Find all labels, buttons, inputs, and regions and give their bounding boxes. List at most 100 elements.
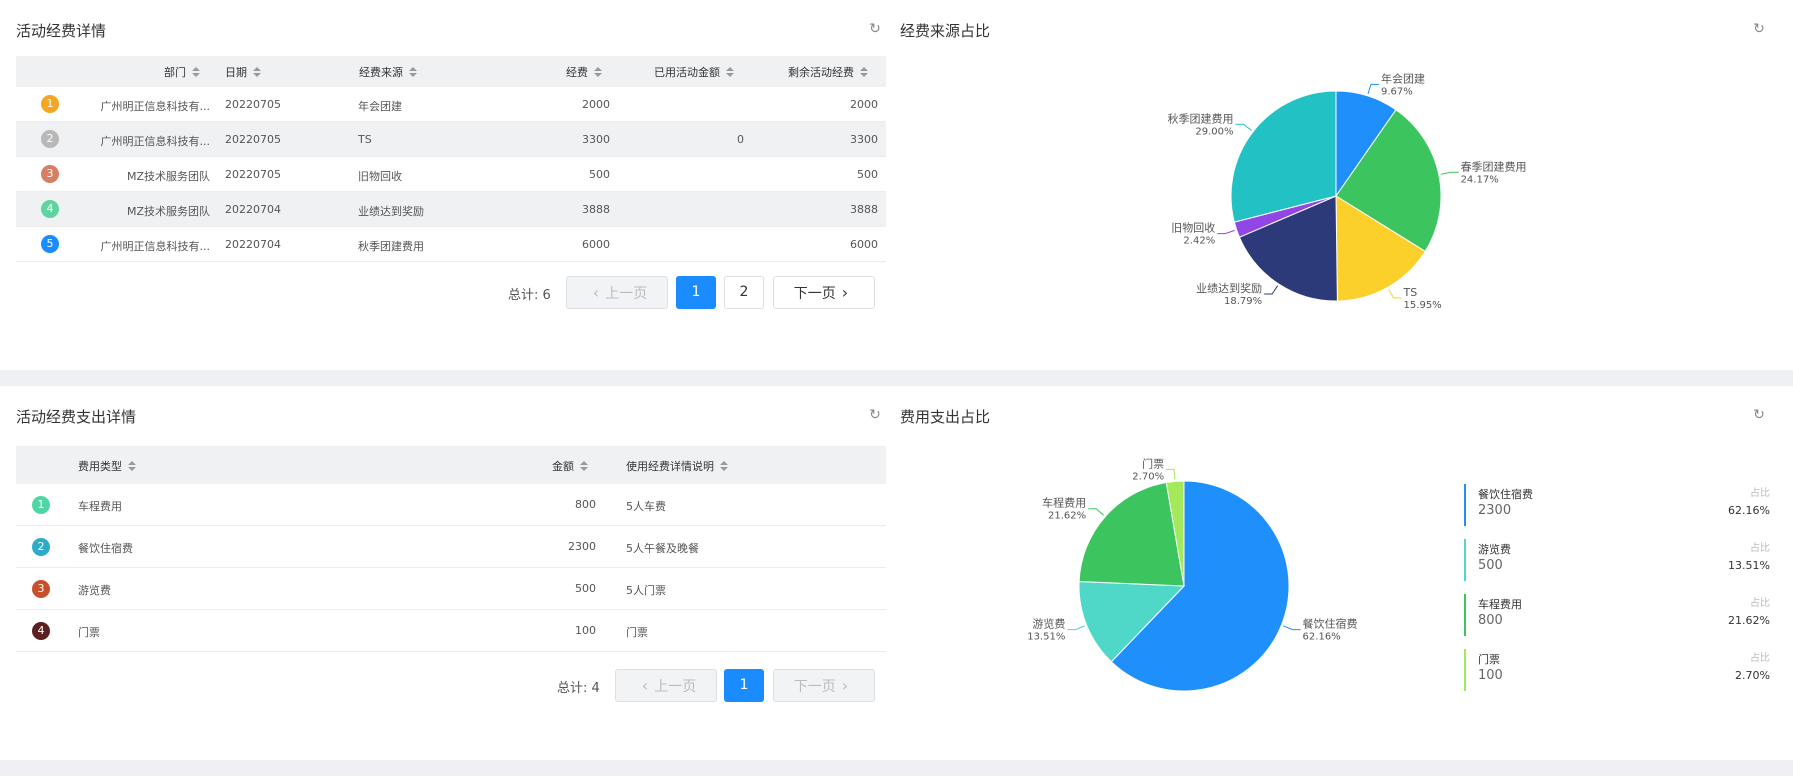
cell-used: 0 [737,133,744,146]
sort-icon[interactable] [192,67,200,77]
table-row[interactable]: 5 广州明正信息科技有... 20220704 秋季团建费用 6000 6000 [16,227,886,262]
column-header-used[interactable]: 已用活动金额 [654,64,734,80]
pie-slice[interactable] [1078,481,1185,587]
refresh-icon[interactable] [868,22,882,36]
pie-label-line [1166,468,1176,480]
column-header-date[interactable]: 日期 [225,64,261,80]
cell-type: 餐饮住宿费 [78,542,133,555]
column-header-dept[interactable]: 部门 [164,64,200,80]
pie-slice-percent: 2.70% [1132,471,1164,482]
cell-date: 20220704 [225,238,281,251]
legend-value: 500 [1478,558,1503,573]
pie-slice-name: 车程费用 [1042,496,1086,510]
fund-detail-panel: 活动经费详情 部门 日期 经费来源 经费 已用活动金额 剩余活动经费 1 广州明正… [0,0,886,370]
column-header-remain[interactable]: 剩余活动经费 [788,64,868,80]
page-button-1[interactable]: 1 [676,276,716,309]
page-button-2[interactable]: 2 [724,276,764,309]
pie-slice-percent: 24.17% [1461,174,1499,185]
sort-icon[interactable] [253,67,261,77]
table-row[interactable]: 2 广州明正信息科技有... 20220705 TS 3300 0 3300 [16,122,886,157]
row-index-badge: 4 [41,200,59,218]
legend-value: 100 [1478,668,1503,683]
panel-title: 活动经费详情 [16,22,107,40]
pie-label-line [1264,285,1279,295]
sort-icon[interactable] [720,461,728,471]
cell-remain: 2000 [850,98,878,111]
chevron-right-icon: › [841,283,849,302]
next-panel-left [0,776,886,784]
next-page-button[interactable]: 下一页 › [773,276,875,309]
next-page-button[interactable]: 下一页 › [773,669,875,702]
pie-slice-name: 业绩达到奖励 [1196,281,1262,295]
table-row[interactable]: 2 餐饮住宿费 2300 5人午餐及晚餐 [16,526,886,568]
legend-item[interactable]: 餐饮住宿费 2300 占比 62.16% [1464,484,1770,528]
pie-label-line [1440,171,1459,175]
fund-source-pie-chart: 年会团建9.67% 春季团建费用24.17% TS15.95% 业绩达到奖励18.79… [1168,71,1527,311]
table-row[interactable]: 3 MZ技术服务团队 20220705 旧物回收 500 500 [16,157,886,192]
pie-label-line [1217,229,1235,235]
pie-label-line [1235,123,1252,131]
legend-ratio: 21.62% [1728,614,1770,627]
sort-icon[interactable] [580,461,588,471]
pie-slice-percent: 21.62% [1048,511,1086,522]
refresh-icon[interactable] [1752,22,1766,36]
legend-value: 800 [1478,613,1503,628]
refresh-icon[interactable] [868,408,882,422]
page-button-1[interactable]: 1 [724,669,764,702]
column-header-desc[interactable]: 使用经费详情说明 [626,458,728,474]
pie-slice-name: 旧物回收 [1171,221,1215,235]
cell-source: 年会团建 [358,100,402,113]
legend-item[interactable]: 车程费用 800 占比 21.62% [1464,594,1770,638]
cell-dept: MZ技术服务团队 [126,170,210,183]
sort-icon[interactable] [860,67,868,77]
cell-type: 门票 [78,626,100,639]
table-row[interactable]: 3 游览费 500 5人门票 [16,568,886,610]
column-header-amount[interactable]: 经费 [566,64,602,80]
column-header-type[interactable]: 费用类型 [78,458,136,474]
pie-slice-percent: 2.42% [1183,236,1215,247]
legend-item[interactable]: 游览费 500 占比 13.51% [1464,539,1770,583]
cell-dept: 广州明正信息科技有... [100,240,211,253]
cell-amount: 2300 [568,540,596,553]
table-row[interactable]: 1 广州明正信息科技有... 20220705 年会团建 2000 2000 [16,87,886,122]
legend-name: 门票 [1478,653,1500,666]
sort-icon[interactable] [594,67,602,77]
legend-item[interactable]: 门票 100 占比 2.70% [1464,649,1770,693]
pie-slice-name: 游览费 [1032,617,1065,631]
prev-page-button[interactable]: ‹ 上一页 [615,669,717,702]
cell-desc: 门票 [626,626,648,639]
cell-amount: 3888 [582,203,610,216]
column-header-amount[interactable]: 金额 [552,458,588,474]
refresh-icon[interactable] [1752,408,1766,422]
table-header: 费用类型 金额 使用经费详情说明 [16,446,886,484]
pager-total: 总计: 6 [508,288,551,303]
row-index-badge: 5 [41,235,59,253]
table-row[interactable]: 4 门票 100 门票 [16,610,886,652]
legend-color-bar [1464,539,1466,581]
sort-icon[interactable] [726,67,734,77]
cell-amount: 3300 [582,133,610,146]
pie-label-line [1367,83,1379,95]
pager-total: 总计: 4 [557,681,600,696]
pie-slice-name: 秋季团建费用 [1168,111,1234,125]
legend-ratio: 2.70% [1735,669,1770,682]
pie-slice-name: 春季团建费用 [1461,159,1527,173]
sort-icon[interactable] [409,67,417,77]
table-row[interactable]: 1 车程费用 800 5人车费 [16,484,886,526]
prev-page-button[interactable]: ‹ 上一页 [566,276,668,309]
expense-ratio-pie-chart: 餐饮住宿费62.16% 游览费13.51% 车程费用21.62% 门票2.70% [1027,456,1358,692]
pie-slice-name: 年会团建 [1381,71,1425,85]
cell-dept: 广州明正信息科技有... [100,135,211,148]
pie-slice-percent: 29.00% [1195,126,1233,137]
cell-amount: 500 [575,582,596,595]
sort-icon[interactable] [128,461,136,471]
cell-dept: 广州明正信息科技有... [100,100,211,113]
row-index-badge: 3 [32,580,50,598]
column-header-source[interactable]: 经费来源 [359,64,417,80]
legend-ratio-label: 占比 [1750,488,1770,499]
pie-label-line [1088,508,1105,516]
table-row[interactable]: 4 MZ技术服务团队 20220704 业绩达到奖励 3888 3888 [16,192,886,227]
pie-label-line [1067,625,1085,631]
pie-slice-name: 门票 [1142,456,1164,470]
next-panel-right [886,776,1793,784]
